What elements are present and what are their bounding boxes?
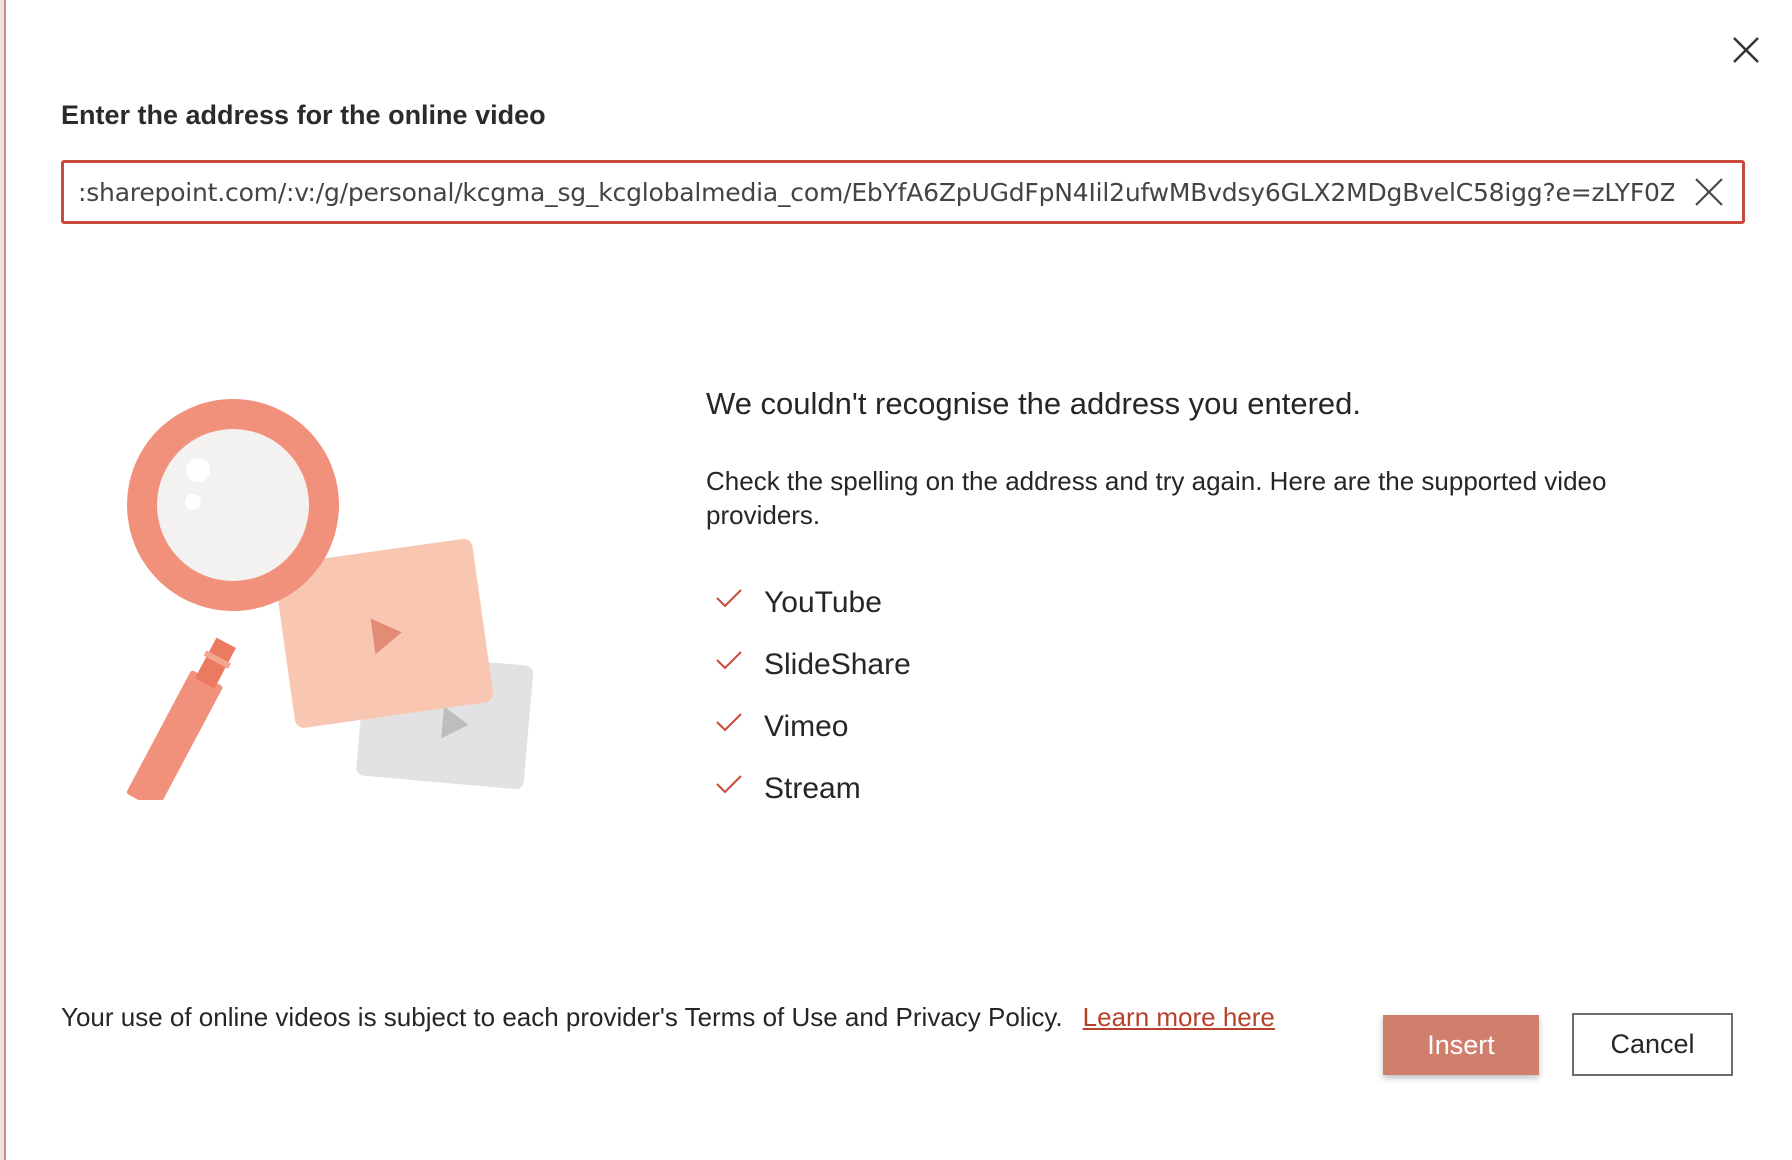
url-field [61, 160, 1745, 224]
error-title: We couldn't recognise the address you en… [706, 386, 1362, 421]
provider-list: YouTube SlideShare Vimeo Stream [706, 572, 1706, 820]
provider-slideshare: SlideShare [764, 648, 911, 681]
error-message-area: We couldn't recognise the address you en… [706, 386, 1706, 820]
list-item: Vimeo [706, 696, 1706, 758]
magnifier-illustration [126, 399, 534, 800]
checkmark-icon [716, 589, 742, 608]
dialog-heading: Enter the address for the online video [61, 100, 546, 130]
insert-video-dialog: Enter the address for the online video:… [6, 0, 1792, 1160]
list-item: Stream [706, 758, 1706, 820]
checkmark-icon [716, 651, 742, 670]
provider-vimeo: Vimeo [764, 710, 849, 743]
close-icon[interactable] [1728, 32, 1764, 68]
terms-text: Your use of online videos is subject to … [61, 1002, 1063, 1032]
learn-more-link[interactable]: Learn more here [1083, 1002, 1275, 1032]
magnifier-handle [126, 637, 236, 800]
checkmark-icon [716, 713, 742, 732]
clear-icon[interactable] [1692, 175, 1726, 209]
list-item: YouTube [706, 572, 1706, 634]
magnifier-lens [157, 429, 309, 581]
terms-notice: Your use of online videos is subject to … [61, 1000, 1351, 1034]
list-item: SlideShare [706, 634, 1706, 696]
checkmark-icon [716, 775, 742, 794]
cancel-button[interactable]: Cancel [1572, 1013, 1733, 1076]
provider-stream: Stream [764, 772, 861, 805]
url-input[interactable] [78, 163, 1674, 221]
insert-button[interactable]: Insert [1383, 1015, 1539, 1075]
provider-youtube: YouTube [764, 586, 882, 619]
error-description: Check the spelling on the address and tr… [706, 466, 1607, 530]
